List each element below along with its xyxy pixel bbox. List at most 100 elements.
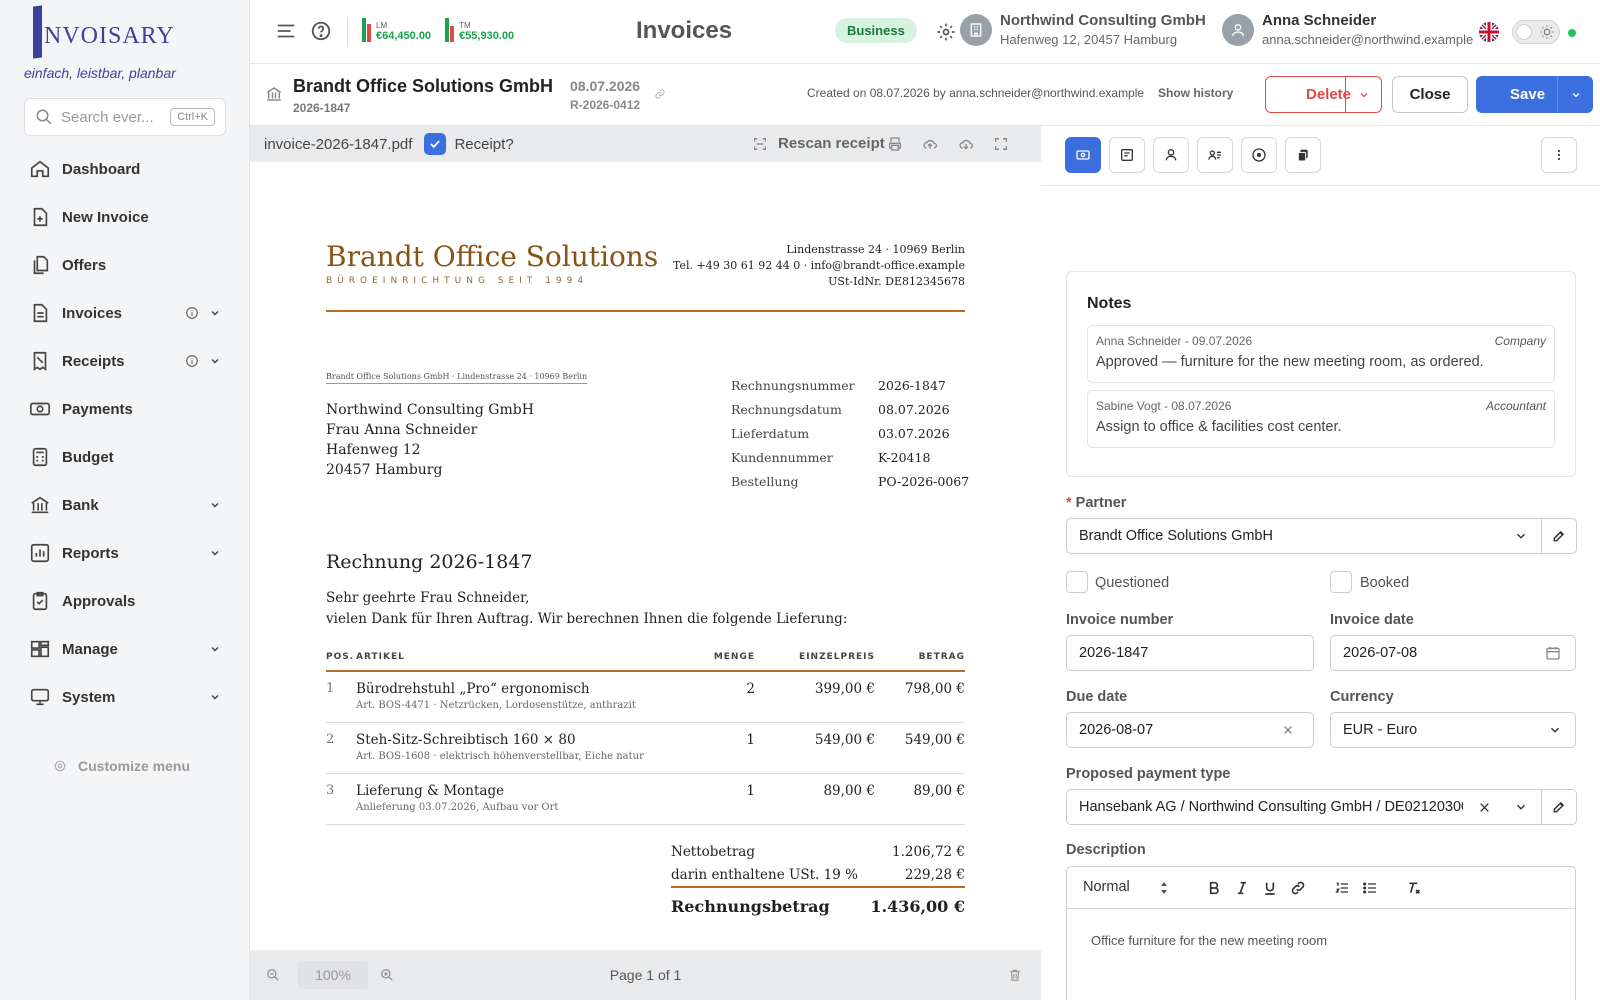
sidebar-item-system[interactable]: System bbox=[0, 673, 250, 721]
underline-icon[interactable] bbox=[1261, 879, 1279, 897]
trash-icon[interactable] bbox=[1008, 968, 1022, 982]
show-history-link[interactable]: Show history bbox=[1158, 86, 1233, 100]
clear-icon[interactable] bbox=[1477, 801, 1491, 814]
uk-flag-icon[interactable] bbox=[1479, 22, 1499, 42]
pdf-filename: invoice-2026-1847.pdf bbox=[264, 135, 413, 153]
payment-type-select[interactable]: Hansebank AG / Northwind Consulting GmbH… bbox=[1066, 789, 1542, 825]
company-switcher[interactable]: Northwind Consulting GmbH Hafenweg 12, 2… bbox=[960, 12, 1206, 47]
more-options-button[interactable] bbox=[1541, 137, 1577, 173]
calculator-icon bbox=[28, 445, 52, 469]
sidebar-item-approvals[interactable]: Approvals bbox=[0, 577, 250, 625]
booked-checkbox[interactable] bbox=[1330, 571, 1352, 593]
description-editor[interactable]: Normal Office furniture for the new meet… bbox=[1066, 866, 1576, 1000]
sidebar-item-reports[interactable]: Reports bbox=[0, 529, 250, 577]
customize-menu-button[interactable]: Customize menu bbox=[52, 758, 190, 774]
questioned-label: Questioned bbox=[1095, 575, 1170, 591]
document-header: Brandt Office Solutions GmbH 2026-1847 0… bbox=[250, 64, 1600, 126]
clear-icon[interactable] bbox=[1281, 724, 1295, 736]
item-title: Lieferung & Montage bbox=[356, 783, 505, 799]
app-logo[interactable]: NVOISARY bbox=[33, 5, 175, 59]
questioned-checkbox[interactable] bbox=[1066, 571, 1088, 593]
kpi-this-month[interactable]: TM €55,930.00 bbox=[445, 18, 514, 42]
receipt-checkbox[interactable] bbox=[424, 133, 447, 155]
chevron-down-icon[interactable] bbox=[208, 498, 222, 512]
download-cloud-icon[interactable] bbox=[958, 136, 974, 152]
link-icon[interactable] bbox=[1289, 879, 1307, 897]
chevron-down-icon[interactable] bbox=[208, 306, 222, 320]
currency-select[interactable]: EUR - Euro bbox=[1330, 712, 1576, 748]
kpi-group: LM €64,450.00 TM €55,930.00 bbox=[362, 18, 528, 42]
tab-contacts[interactable] bbox=[1153, 137, 1189, 173]
theme-toggle[interactable] bbox=[1512, 20, 1560, 44]
item-subtitle: Anlieferung 03.07.2026, Aufbau vor Ort bbox=[356, 802, 559, 813]
vendor-name: Brandt Office Solutions bbox=[326, 240, 659, 273]
col-article: ARTIKEL bbox=[356, 652, 405, 662]
edit-payment-type-button[interactable] bbox=[1541, 789, 1577, 825]
sidebar-item-bank[interactable]: Bank bbox=[0, 481, 250, 529]
sidebar-item-receipts[interactable]: Receipts bbox=[0, 337, 250, 385]
ordered-list-icon[interactable] bbox=[1333, 879, 1351, 897]
info-icon[interactable] bbox=[184, 305, 200, 321]
tab-notes[interactable] bbox=[1109, 137, 1145, 173]
upload-cloud-icon[interactable] bbox=[922, 136, 938, 152]
description-content[interactable]: Office furniture for the new meeting roo… bbox=[1067, 909, 1575, 972]
chevron-down-icon[interactable] bbox=[208, 690, 222, 704]
item-price: 549,00 € bbox=[814, 732, 875, 748]
chevron-down-icon[interactable] bbox=[208, 354, 222, 368]
chevron-down-icon[interactable] bbox=[208, 642, 222, 656]
sidebar-item-invoices[interactable]: Invoices bbox=[0, 289, 250, 337]
note-item[interactable]: Sabine Vogt - 08.07.2026 Accountant Assign… bbox=[1087, 390, 1555, 448]
item-qty: 1 bbox=[746, 732, 755, 748]
close-button[interactable]: Close bbox=[1392, 76, 1468, 113]
bold-icon[interactable] bbox=[1205, 879, 1223, 897]
receipt-icon bbox=[28, 349, 52, 373]
italic-icon[interactable] bbox=[1233, 879, 1251, 897]
link-icon[interactable] bbox=[653, 87, 667, 101]
cash-icon bbox=[28, 397, 52, 421]
invoice-date-field[interactable]: 2026-07-08 bbox=[1330, 635, 1576, 671]
tab-invoice-details[interactable] bbox=[1065, 137, 1101, 173]
sidebar-item-manage[interactable]: Manage bbox=[0, 625, 250, 673]
note-item[interactable]: Anna Schneider - 09.07.2026 Company Approv… bbox=[1087, 325, 1555, 383]
sidebar-item-label: Receipts bbox=[62, 352, 125, 370]
menu-icon[interactable] bbox=[275, 20, 297, 42]
clear-format-icon[interactable] bbox=[1405, 879, 1423, 897]
sidebar-item-new-invoice[interactable]: New Invoice bbox=[0, 193, 250, 241]
calendar-icon[interactable] bbox=[1545, 645, 1561, 661]
due-date-field[interactable]: 2026-08-07 bbox=[1066, 712, 1314, 748]
tab-partner[interactable] bbox=[1197, 137, 1233, 173]
search-input[interactable]: Search ever... bbox=[61, 109, 170, 126]
invoice-number-field[interactable]: 2026-1847 bbox=[1066, 635, 1314, 671]
kpi-last-month[interactable]: LM €64,450.00 bbox=[362, 18, 431, 42]
help-icon[interactable] bbox=[310, 20, 332, 42]
chevron-down-icon[interactable] bbox=[208, 546, 222, 560]
tab-attachments[interactable] bbox=[1285, 137, 1321, 173]
sidebar-item-budget[interactable]: Budget bbox=[0, 433, 250, 481]
print-icon[interactable] bbox=[887, 136, 903, 152]
save-button[interactable]: Save bbox=[1476, 76, 1593, 113]
sidebar-item-offers[interactable]: Offers bbox=[0, 241, 250, 289]
bullet-list-icon[interactable] bbox=[1361, 879, 1379, 897]
delete-button[interactable]: Delete bbox=[1265, 76, 1382, 113]
fullscreen-icon[interactable] bbox=[993, 136, 1009, 152]
bank-icon bbox=[28, 493, 52, 517]
paragraph-style-select[interactable]: Normal bbox=[1083, 879, 1183, 897]
save-dropdown-toggle[interactable] bbox=[1557, 76, 1593, 113]
global-search[interactable]: Search ever... Ctrl+K bbox=[24, 98, 226, 136]
edit-partner-button[interactable] bbox=[1541, 518, 1577, 554]
delete-dropdown-toggle[interactable] bbox=[1345, 77, 1381, 112]
item-amount: 798,00 € bbox=[904, 681, 965, 697]
sidebar-item-dashboard[interactable]: Dashboard bbox=[0, 145, 250, 193]
meta-row: Kundennummer K-20418 bbox=[731, 446, 969, 470]
tab-status[interactable] bbox=[1241, 137, 1277, 173]
invoice-date-value: 2026-07-08 bbox=[1343, 645, 1418, 661]
sidebar-item-label: System bbox=[62, 688, 116, 706]
settings-gear-icon[interactable] bbox=[935, 21, 957, 43]
description-label: Description bbox=[1066, 842, 1146, 858]
sidebar-item-label: Offers bbox=[62, 256, 107, 274]
sidebar-item-payments[interactable]: Payments bbox=[0, 385, 250, 433]
partner-select[interactable]: Brandt Office Solutions GmbH bbox=[1066, 518, 1542, 554]
user-menu[interactable]: Anna Schneider anna.schneider@northwind.… bbox=[1222, 12, 1473, 47]
info-icon[interactable] bbox=[184, 353, 200, 369]
rescan-receipt-button[interactable]: Rescan receipt bbox=[752, 135, 885, 152]
